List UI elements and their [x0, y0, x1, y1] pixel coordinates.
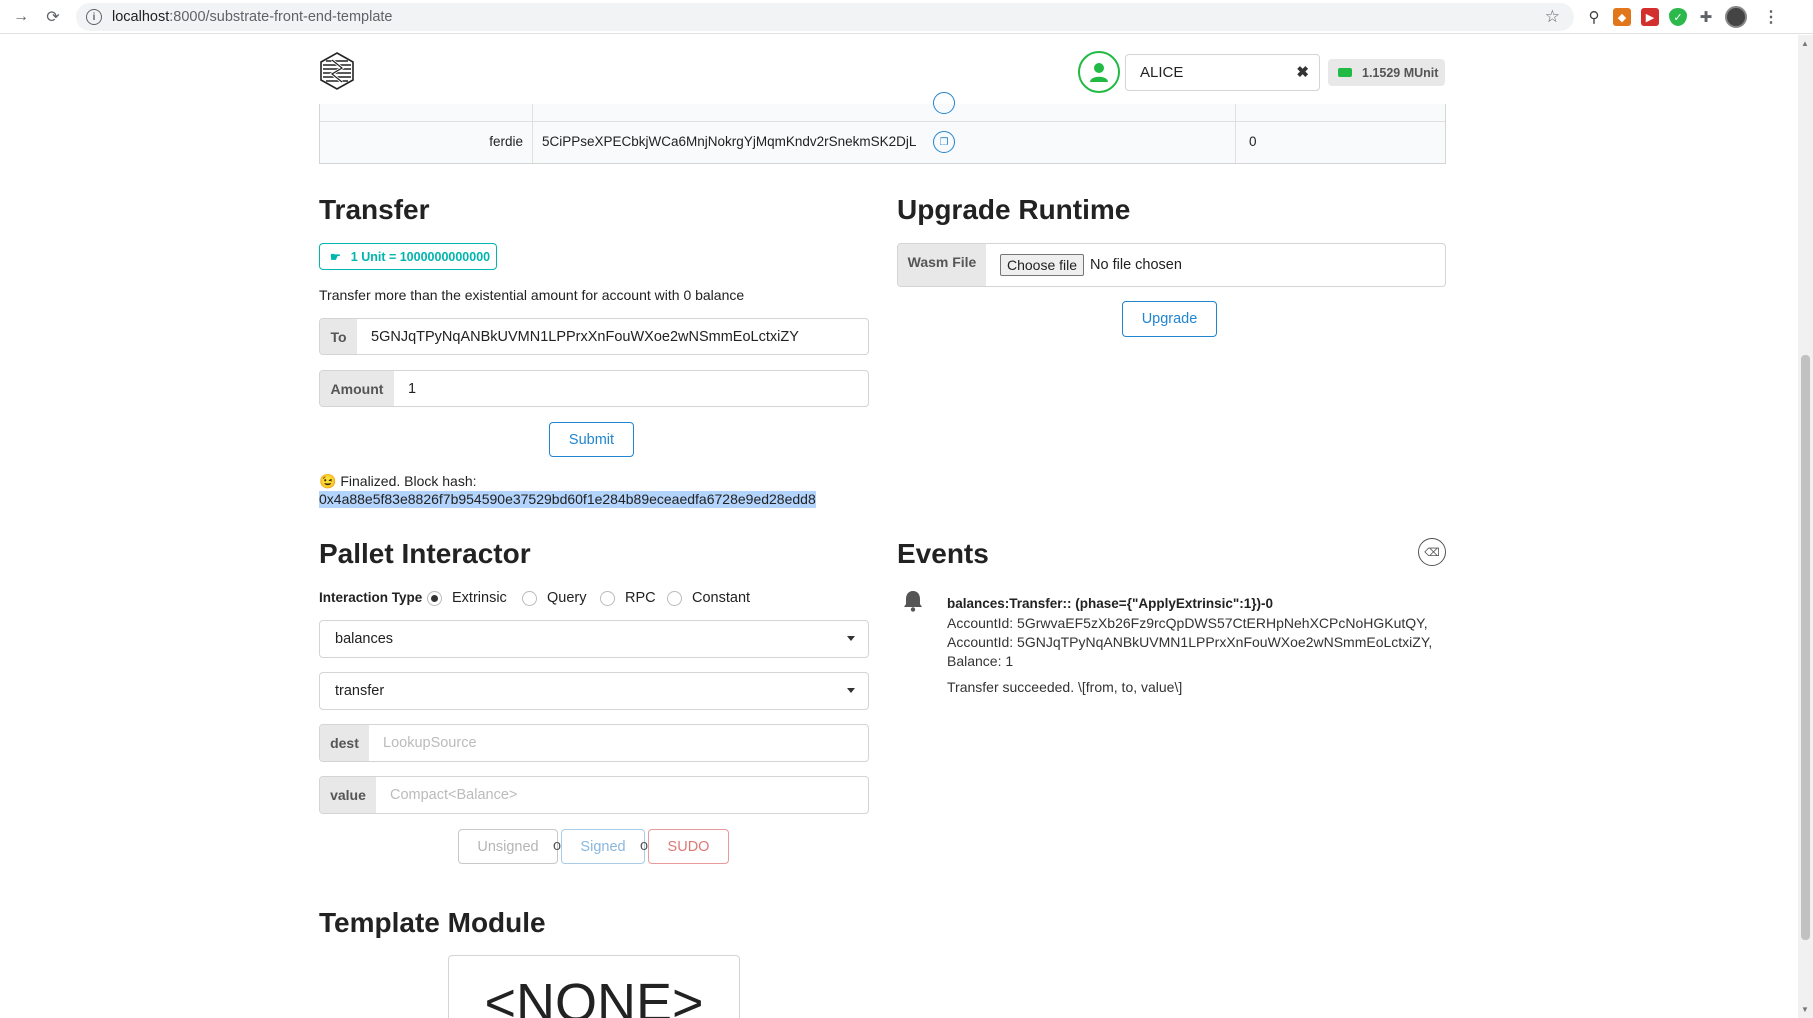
choose-file-button[interactable]: Choose file: [1000, 254, 1085, 276]
extension-metamask-icon[interactable]: ◆: [1613, 8, 1631, 26]
upgrade-button[interactable]: Upgrade: [1122, 301, 1217, 337]
event-doc: Transfer succeeded. \[from, to, value\]: [947, 679, 1183, 695]
transfer-title: Transfer: [319, 194, 430, 225]
url-path: :8000/substrate-front-end-template: [169, 9, 393, 25]
value-input[interactable]: Compact<Balance>: [376, 777, 868, 813]
profile-avatar[interactable]: [1725, 6, 1747, 28]
radio-query[interactable]: Query: [522, 590, 587, 606]
account-balance-cell: 0: [1249, 134, 1257, 149]
account-balance-badge: 1.1529 MUnit: [1328, 59, 1445, 86]
wink-emoji-icon: 😉: [319, 473, 337, 489]
value-label: value: [320, 777, 376, 813]
wasm-file-input[interactable]: Choose file No file chosen: [986, 244, 1445, 286]
callable-dropdown-value: transfer: [335, 683, 385, 699]
address-bar[interactable]: i localhost:8000/substrate-front-end-tem…: [76, 3, 1574, 31]
table-col-divider: [1235, 104, 1236, 163]
transfer-note: Transfer more than the existential amoun…: [319, 287, 745, 303]
hand-pointer-icon: ☛: [330, 249, 341, 264]
callable-dropdown[interactable]: transfer: [319, 672, 869, 710]
user-icon: [1090, 63, 1108, 82]
accounts-table: ferdie 5CiPPseXPECbkjWCa6MnjNokrgYjMqmKn…: [319, 92, 1446, 164]
dest-field[interactable]: dest LookupSource: [319, 724, 869, 762]
radio-rpc[interactable]: RPC: [600, 590, 656, 606]
unit-conversion-text: 1 Unit = 1000000000000: [350, 249, 491, 264]
bell-icon: [904, 591, 922, 612]
pallet-dropdown-value: balances: [335, 631, 394, 647]
account-selector[interactable]: ALICE ✖: [1125, 54, 1320, 91]
radio-rpc-label: RPC: [625, 590, 656, 606]
scroll-down-arrow-icon[interactable]: ▼: [1801, 1005, 1809, 1014]
pallet-interactor-title: Pallet Interactor: [319, 538, 531, 569]
clear-account-icon[interactable]: ✖: [1296, 63, 1309, 81]
site-info-icon[interactable]: i: [86, 9, 102, 25]
interaction-type-label: Interaction Type: [319, 590, 423, 605]
url-host: localhost: [112, 9, 170, 25]
account-address-cell: 5CiPPseXPECbkjWCa6MnjNokrgYjMqmKndv2rSne…: [542, 134, 917, 149]
wasm-file-label: Wasm File: [898, 244, 986, 286]
account-avatar[interactable]: [1078, 51, 1120, 93]
dest-label: dest: [320, 725, 369, 761]
back-arrow-icon[interactable]: →: [10, 6, 32, 28]
to-input[interactable]: 5GNJqTPyNqANBkUVMN1LPPrxXnFouWXoe2wNSmmE…: [357, 319, 868, 354]
transfer-to-field[interactable]: To 5GNJqTPyNqANBkUVMN1LPPrxXnFouWXoe2wNS…: [319, 318, 869, 355]
event-detail-line: AccountId: 5GrwvaEF5zXb26Fz9rcQpDWS57CtE…: [947, 615, 1428, 631]
account-selector-value: ALICE: [1140, 64, 1184, 81]
copy-icon[interactable]: [933, 92, 955, 114]
value-field[interactable]: value Compact<Balance>: [319, 776, 869, 814]
wasm-file-field[interactable]: Wasm File Choose file No file chosen: [897, 243, 1446, 287]
substrate-logo[interactable]: [318, 52, 356, 90]
browser-menu-icon[interactable]: ⋮: [1763, 7, 1779, 27]
transfer-status: 😉 Finalized. Block hash:: [319, 473, 477, 490]
extension-polkadot-icon[interactable]: ⚲: [1585, 8, 1603, 26]
unsigned-button[interactable]: Unsigned: [458, 829, 558, 864]
eraser-icon[interactable]: ⌫: [1418, 538, 1446, 566]
extension-shield-icon[interactable]: ✓: [1669, 8, 1687, 26]
events-title: Events: [897, 538, 989, 569]
upgrade-runtime-title: Upgrade Runtime: [897, 194, 1131, 225]
event-detail-line: Balance: 1: [947, 653, 1014, 669]
event-detail-line: AccountId: 5GNJqTPyNqANBkUVMN1LPPrxXnFou…: [947, 634, 1433, 650]
table-col-divider: [532, 104, 533, 163]
reload-icon[interactable]: ⟳: [42, 6, 64, 28]
amount-label: Amount: [320, 371, 394, 406]
template-module-value: <NONE>: [448, 955, 740, 1018]
no-file-text: No file chosen: [1090, 257, 1182, 273]
extension-red-icon[interactable]: ▶: [1641, 8, 1659, 26]
pallet-dropdown[interactable]: balances: [319, 620, 869, 658]
radio-constant[interactable]: Constant: [667, 590, 750, 606]
transfer-status-text: Finalized. Block hash:: [340, 473, 477, 489]
transfer-amount-field[interactable]: Amount 1: [319, 370, 869, 407]
dest-input[interactable]: LookupSource: [369, 725, 868, 761]
to-label: To: [320, 319, 357, 354]
radio-extrinsic-label: Extrinsic: [452, 590, 507, 606]
copy-address-icon[interactable]: ❐: [933, 131, 955, 153]
browser-toolbar: → ⟳ i localhost:8000/substrate-front-end…: [0, 0, 1813, 34]
submit-button[interactable]: Submit: [549, 422, 634, 457]
chevron-down-icon: [847, 688, 855, 693]
account-name-cell: ferdie: [489, 134, 523, 149]
scroll-up-arrow-icon[interactable]: ▲: [1801, 39, 1809, 48]
sudo-button[interactable]: SUDO: [648, 829, 729, 864]
bookmark-star-icon[interactable]: ☆: [1545, 7, 1560, 27]
money-icon: [1338, 68, 1352, 77]
block-hash: 0x4a88e5f83e8826f7b954590e37529bd60f1e28…: [319, 491, 816, 508]
radio-constant-label: Constant: [692, 590, 751, 606]
account-balance-value: 1.1529 MUnit: [1362, 65, 1439, 80]
radio-extrinsic-dot[interactable]: [427, 590, 442, 606]
radio-query-dot[interactable]: [522, 590, 537, 606]
radio-rpc-dot[interactable]: [600, 590, 615, 606]
chevron-down-icon: [847, 636, 855, 641]
signed-button[interactable]: Signed: [561, 829, 645, 864]
radio-query-label: Query: [547, 590, 587, 606]
extensions-puzzle-icon[interactable]: ✚: [1697, 8, 1715, 26]
radio-extrinsic[interactable]: Extrinsic: [427, 590, 507, 606]
unit-conversion-label: ☛ 1 Unit = 1000000000000: [319, 243, 497, 270]
event-title: balances:Transfer:: (phase={"ApplyExtrin…: [947, 596, 1274, 611]
amount-input[interactable]: 1: [394, 371, 868, 406]
page-scrollbar[interactable]: ▲ ▼: [1798, 35, 1813, 1018]
radio-constant-dot[interactable]: [667, 590, 682, 606]
table-row-divider: [320, 121, 1445, 122]
scrollbar-thumb[interactable]: [1801, 355, 1810, 940]
template-module-title: Template Module: [319, 907, 546, 938]
